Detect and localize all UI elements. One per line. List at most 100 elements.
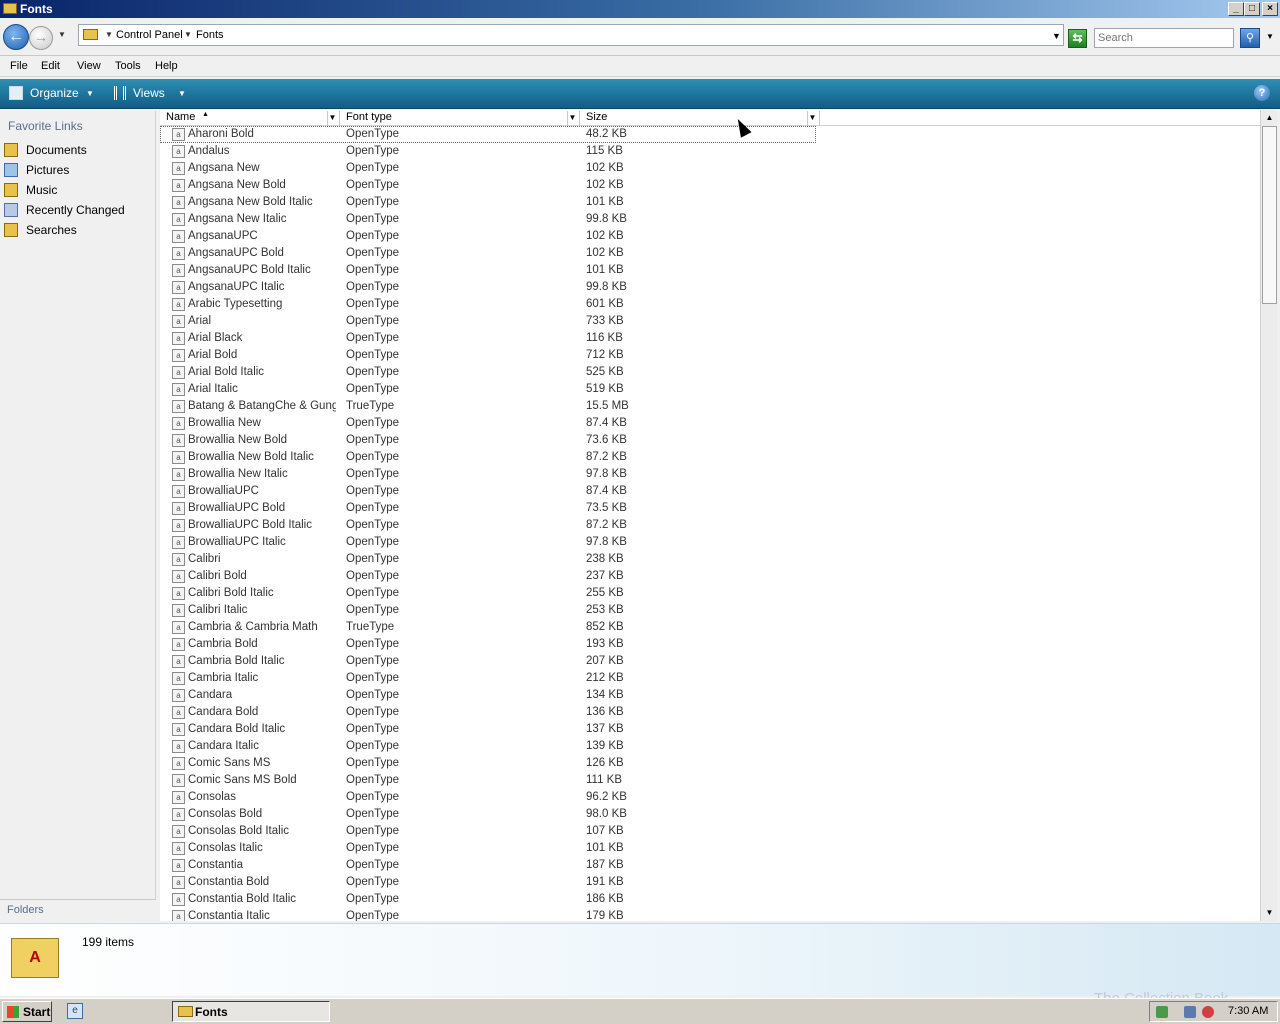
table-row[interactable]: a Angsana New Bold Italic OpenType 101 KB: [160, 194, 816, 211]
table-row[interactable]: a BrowalliaUPC Bold OpenType 73.5 KB: [160, 500, 816, 517]
back-button[interactable]: ←: [3, 24, 29, 50]
table-row[interactable]: a Comic Sans MS OpenType 126 KB: [160, 755, 816, 772]
font-name: Cambria & Cambria Math: [188, 621, 318, 633]
table-row[interactable]: a Arial Bold Italic OpenType 525 KB: [160, 364, 816, 381]
table-row[interactable]: a Consolas OpenType 96.2 KB: [160, 789, 816, 806]
table-row[interactable]: a Cambria Bold Italic OpenType 207 KB: [160, 653, 816, 670]
column-header-size[interactable]: Size ▼: [580, 111, 820, 126]
table-row[interactable]: a BrowalliaUPC Bold Italic OpenType 87.2 KB: [160, 517, 816, 534]
table-row[interactable]: a Angsana New Bold OpenType 102 KB: [160, 177, 816, 194]
breadcrumb-fonts[interactable]: Fonts: [196, 29, 224, 41]
chevron-down-icon[interactable]: ▼: [807, 111, 817, 126]
folders-bar[interactable]: Folders: [0, 899, 156, 921]
table-row[interactable]: a Andalus OpenType 115 KB: [160, 143, 816, 160]
chevron-down-icon[interactable]: ▼: [184, 30, 192, 39]
maximize-button[interactable]: □: [1244, 2, 1260, 16]
menu-edit[interactable]: Edit: [41, 60, 60, 72]
search-icon[interactable]: ⚲: [1240, 28, 1260, 48]
address-dropdown-icon[interactable]: ▼: [1052, 31, 1061, 41]
table-row[interactable]: a Browallia New Bold OpenType 73.6 KB: [160, 432, 816, 449]
table-row[interactable]: a Angsana New Italic OpenType 99.8 KB: [160, 211, 816, 228]
forward-button[interactable]: →: [29, 26, 53, 50]
table-row[interactable]: a Angsana New OpenType 102 KB: [160, 160, 816, 177]
menu-view[interactable]: View: [77, 60, 101, 72]
menu-file[interactable]: File: [10, 60, 28, 72]
title-bar[interactable]: Fonts _ □ ×: [0, 0, 1280, 18]
table-row[interactable]: a Browallia New Italic OpenType 97.8 KB: [160, 466, 816, 483]
table-row[interactable]: a Arial Bold OpenType 712 KB: [160, 347, 816, 364]
minimize-button[interactable]: _: [1228, 2, 1244, 16]
taskbar-button-fonts[interactable]: Fonts: [172, 1001, 330, 1022]
scrollbar-thumb[interactable]: [1262, 126, 1277, 304]
search-input[interactable]: [1094, 28, 1234, 48]
help-button[interactable]: ?: [1254, 85, 1270, 101]
table-row[interactable]: a Calibri OpenType 238 KB: [160, 551, 816, 568]
table-row[interactable]: a AngsanaUPC Italic OpenType 99.8 KB: [160, 279, 816, 296]
table-row[interactable]: a Constantia Bold OpenType 191 KB: [160, 874, 816, 891]
table-row[interactable]: a Candara Bold Italic OpenType 137 KB: [160, 721, 816, 738]
chevron-down-icon[interactable]: ▼: [327, 111, 337, 126]
column-header-name[interactable]: Name ▲ ▼: [160, 111, 340, 126]
table-row[interactable]: a Arial Black OpenType 116 KB: [160, 330, 816, 347]
table-row[interactable]: a Consolas Bold OpenType 98.0 KB: [160, 806, 816, 823]
nav-link-pictures[interactable]: Pictures: [26, 163, 69, 177]
chevron-down-icon[interactable]: ▼: [567, 111, 577, 126]
table-row[interactable]: a Calibri Bold OpenType 237 KB: [160, 568, 816, 585]
chevron-down-icon[interactable]: ▼: [178, 89, 186, 98]
nav-link-searches[interactable]: Searches: [26, 223, 77, 237]
chevron-down-icon[interactable]: ▼: [86, 89, 94, 98]
table-row[interactable]: a Arial OpenType 733 KB: [160, 313, 816, 330]
history-dropdown-icon[interactable]: ▼: [58, 30, 66, 39]
scroll-up-icon[interactable]: ▲: [1261, 110, 1278, 126]
table-row[interactable]: a Calibri Italic OpenType 253 KB: [160, 602, 816, 619]
menu-help[interactable]: Help: [155, 60, 178, 72]
organize-button[interactable]: Organize: [30, 86, 79, 100]
table-row[interactable]: a Constantia Italic OpenType 179 KB: [160, 908, 816, 921]
table-row[interactable]: a Candara Italic OpenType 139 KB: [160, 738, 816, 755]
nav-link-recently-changed[interactable]: Recently Changed: [26, 203, 125, 217]
table-row[interactable]: a Cambria & Cambria Math TrueType 852 KB: [160, 619, 816, 636]
table-row[interactable]: a Arabic Typesetting OpenType 601 KB: [160, 296, 816, 313]
table-row[interactable]: a Consolas Italic OpenType 101 KB: [160, 840, 816, 857]
table-row[interactable]: a Constantia OpenType 187 KB: [160, 857, 816, 874]
table-row[interactable]: a Constantia Bold Italic OpenType 186 KB: [160, 891, 816, 908]
table-row[interactable]: a Calibri Bold Italic OpenType 255 KB: [160, 585, 816, 602]
breadcrumb-control-panel[interactable]: Control Panel: [116, 29, 183, 41]
table-row[interactable]: a Comic Sans MS Bold OpenType 111 KB: [160, 772, 816, 789]
address-box[interactable]: ▼ Control Panel ▼ Fonts ▼: [78, 24, 1064, 46]
search-options-dropdown-icon[interactable]: ▼: [1266, 32, 1274, 41]
font-type: OpenType: [346, 570, 400, 582]
font-file-icon: a: [172, 383, 185, 396]
close-button[interactable]: ×: [1262, 2, 1278, 16]
menu-tools[interactable]: Tools: [115, 60, 141, 72]
network-icon[interactable]: [1184, 1006, 1196, 1018]
table-row[interactable]: a Arial Italic OpenType 519 KB: [160, 381, 816, 398]
table-row[interactable]: a Candara OpenType 134 KB: [160, 687, 816, 704]
chevron-down-icon[interactable]: ▼: [105, 30, 113, 39]
volume-muted-icon[interactable]: [1202, 1006, 1214, 1018]
table-row[interactable]: a Cambria Italic OpenType 212 KB: [160, 670, 816, 687]
scroll-down-icon[interactable]: ▼: [1261, 905, 1278, 921]
table-row[interactable]: a BrowalliaUPC Italic OpenType 97.8 KB: [160, 534, 816, 551]
views-button[interactable]: Views: [133, 86, 165, 100]
table-row[interactable]: a Batang & BatangChe & Gung... TrueType 15.…: [160, 398, 816, 415]
vertical-scrollbar[interactable]: ▲ ▼: [1260, 110, 1277, 921]
nav-link-documents[interactable]: Documents: [26, 143, 87, 157]
quick-launch-icon[interactable]: e: [67, 1003, 83, 1019]
table-row[interactable]: a Candara Bold OpenType 136 KB: [160, 704, 816, 721]
table-row[interactable]: a Browallia New Bold Italic OpenType 87.2 K…: [160, 449, 816, 466]
table-row[interactable]: a Aharoni Bold OpenType 48.2 KB: [160, 126, 816, 143]
refresh-button[interactable]: ⇆: [1068, 29, 1087, 48]
table-row[interactable]: a AngsanaUPC Bold Italic OpenType 101 KB: [160, 262, 816, 279]
column-header-font-type[interactable]: Font type ▼: [340, 111, 580, 126]
table-row[interactable]: a AngsanaUPC Bold OpenType 102 KB: [160, 245, 816, 262]
table-row[interactable]: a Consolas Bold Italic OpenType 107 KB: [160, 823, 816, 840]
start-button[interactable]: Start: [2, 1001, 52, 1022]
table-row[interactable]: a BrowalliaUPC OpenType 87.4 KB: [160, 483, 816, 500]
table-row[interactable]: a Browallia New OpenType 87.4 KB: [160, 415, 816, 432]
clock[interactable]: 7:30 AM: [1228, 1005, 1268, 1017]
security-icon[interactable]: [1156, 1006, 1168, 1018]
table-row[interactable]: a AngsanaUPC OpenType 102 KB: [160, 228, 816, 245]
nav-link-music[interactable]: Music: [26, 183, 57, 197]
table-row[interactable]: a Cambria Bold OpenType 193 KB: [160, 636, 816, 653]
